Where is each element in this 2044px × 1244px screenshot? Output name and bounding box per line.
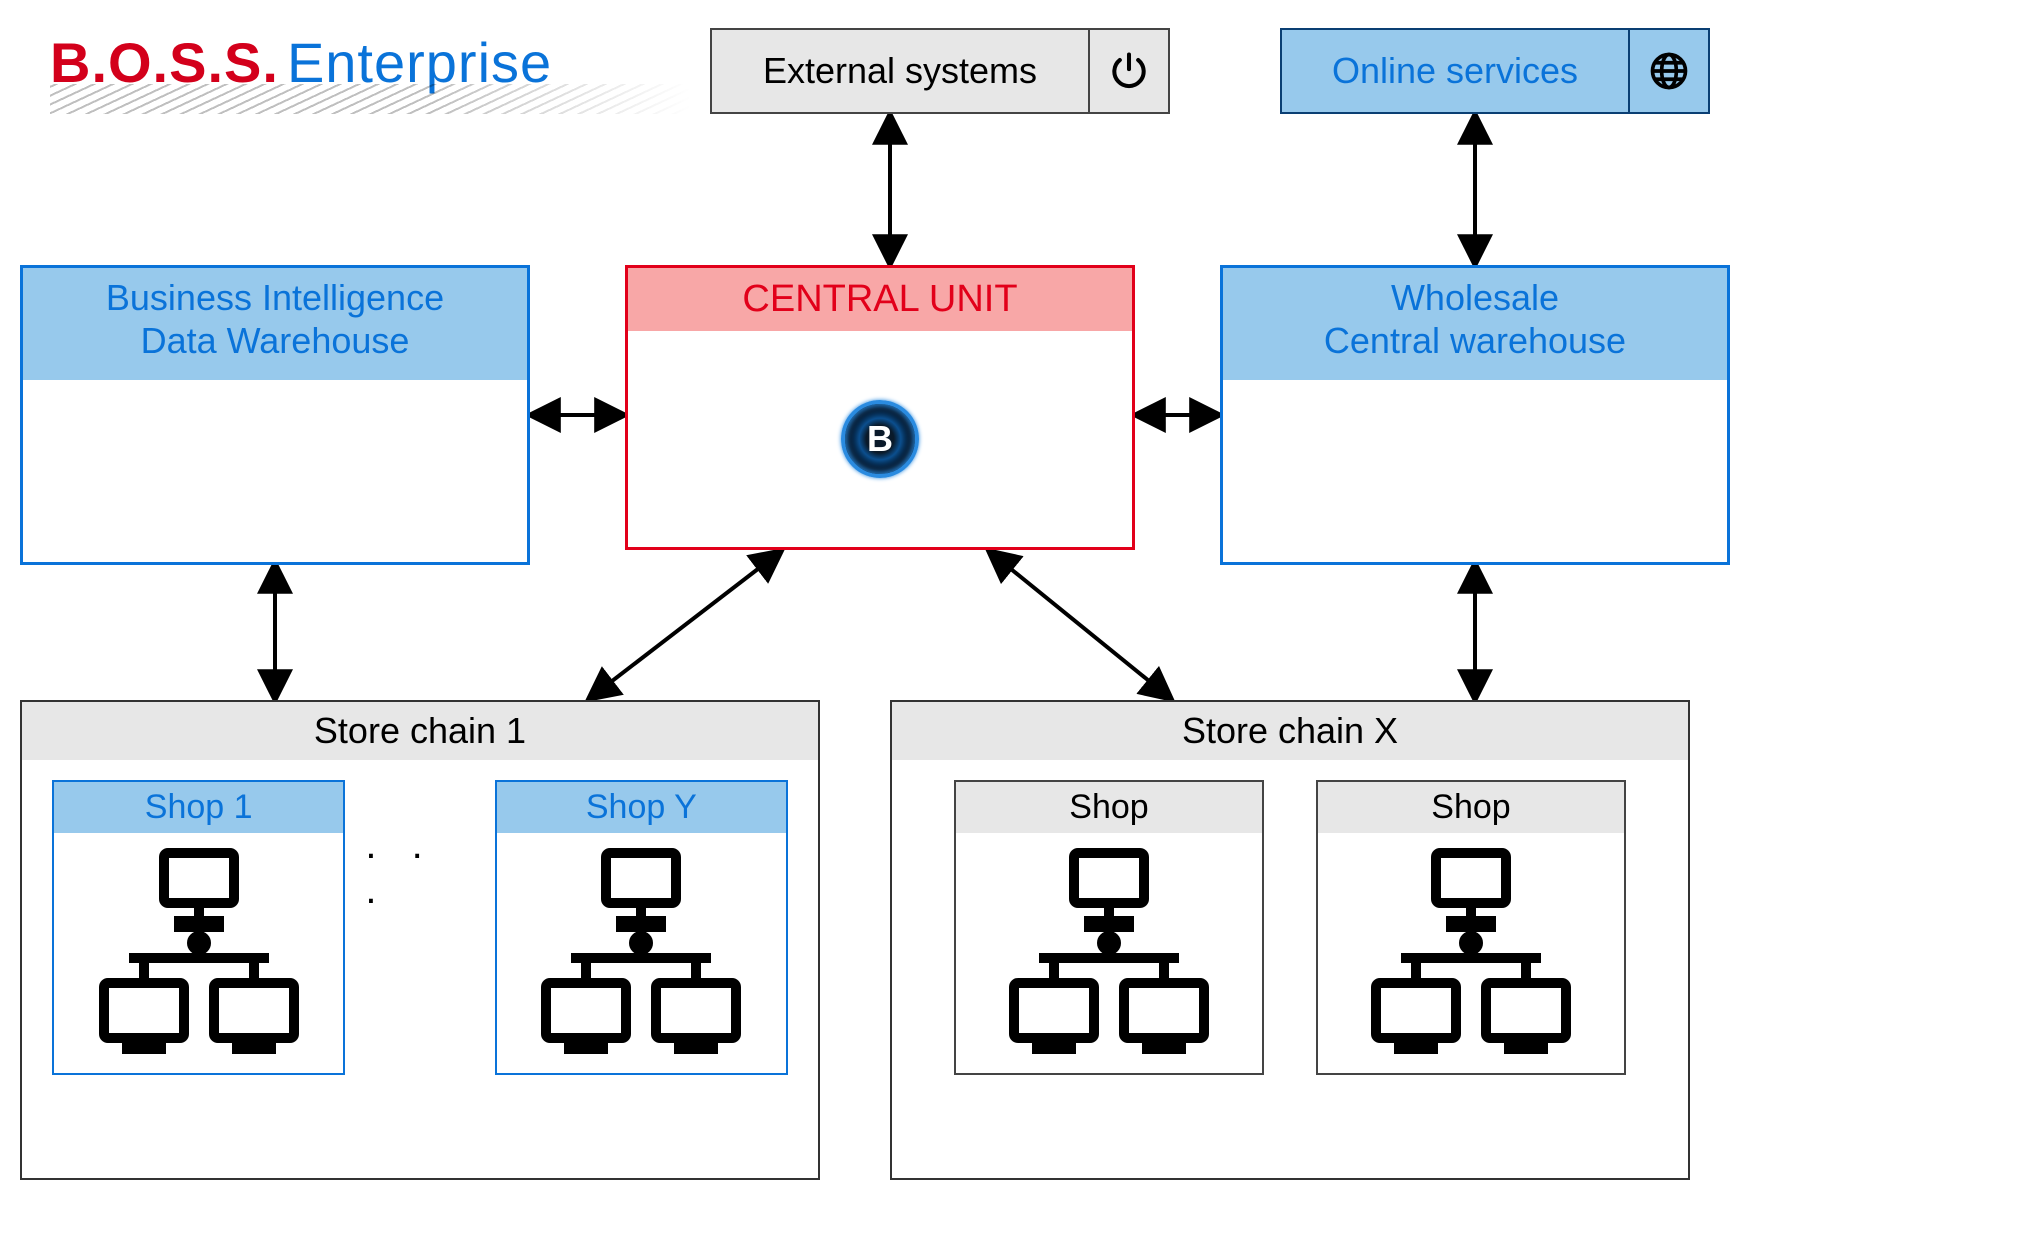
bi-line2: Data Warehouse	[141, 320, 410, 361]
store-chain-1-box: Store chain 1 Shop 1	[20, 700, 820, 1180]
ellipsis: . . .	[365, 823, 474, 1033]
wholesale-header: Wholesale Central warehouse	[1223, 268, 1727, 380]
central-badge-letter: B	[867, 418, 893, 460]
shop-b-box: Shop	[1316, 780, 1626, 1075]
wholesale-line1: Wholesale	[1391, 277, 1559, 318]
business-intelligence-box: Business Intelligence Data Warehouse	[20, 265, 530, 565]
online-services-label: Online services	[1282, 30, 1628, 112]
logo-hatch-decoration	[50, 84, 690, 114]
shop-y-network-icon	[497, 833, 786, 1073]
boss-enterprise-logo: B.O.S.S.Enterprise	[50, 30, 552, 95]
bi-line1: Business Intelligence	[106, 277, 444, 318]
power-icon	[1088, 30, 1168, 112]
shop-1-label: Shop 1	[54, 782, 343, 833]
central-unit-body: B	[628, 331, 1132, 547]
shop-b-label: Shop	[1318, 782, 1624, 833]
shop-a-label: Shop	[956, 782, 1262, 833]
diagram-canvas: B.O.S.S.Enterprise External systems Onli…	[20, 20, 2020, 1220]
central-unit-box: CENTRAL UNIT B	[625, 265, 1135, 550]
bi-body	[23, 380, 527, 562]
globe-icon	[1628, 30, 1708, 112]
shop-y-box: Shop Y	[495, 780, 788, 1075]
wholesale-line2: Central warehouse	[1324, 320, 1626, 361]
shop-a-network-icon	[956, 833, 1262, 1073]
central-b-badge-icon: B	[841, 400, 919, 478]
bi-header: Business Intelligence Data Warehouse	[23, 268, 527, 380]
store-chain-1-body: Shop 1	[22, 760, 818, 1103]
store-chain-x-box: Store chain X Shop	[890, 700, 1690, 1180]
online-services-box: Online services	[1280, 28, 1710, 114]
store-chain-x-body: Shop	[892, 760, 1688, 1103]
shop-1-network-icon	[54, 833, 343, 1073]
store-chain-1-title: Store chain 1	[22, 702, 818, 760]
wholesale-box: Wholesale Central warehouse	[1220, 265, 1730, 565]
shop-y-label: Shop Y	[497, 782, 786, 833]
external-systems-label: External systems	[712, 30, 1088, 112]
shop-b-network-icon	[1318, 833, 1624, 1073]
store-chain-x-title: Store chain X	[892, 702, 1688, 760]
shop-1-box: Shop 1	[52, 780, 345, 1075]
central-unit-header: CENTRAL UNIT	[628, 268, 1132, 331]
shop-a-box: Shop	[954, 780, 1264, 1075]
external-systems-box: External systems	[710, 28, 1170, 114]
